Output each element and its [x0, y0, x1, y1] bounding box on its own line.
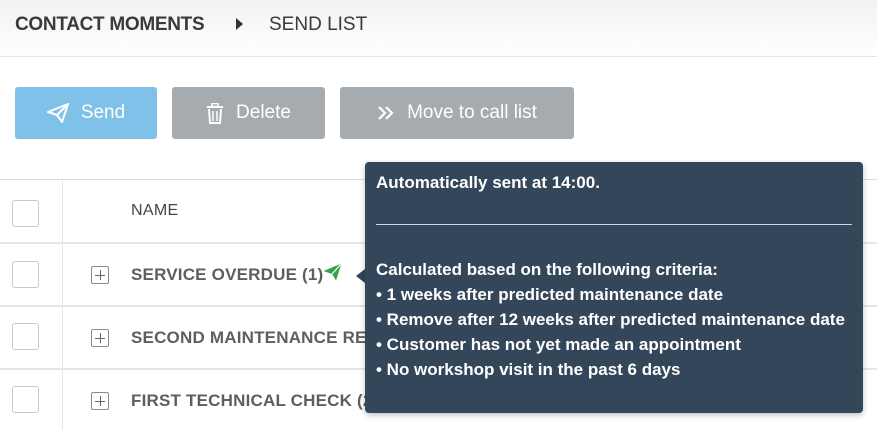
expand-row-icon[interactable] [91, 266, 109, 284]
paper-plane-icon[interactable] [323, 263, 342, 286]
column-header-name[interactable]: NAME [131, 202, 178, 220]
double-chevron-right-icon [377, 105, 395, 121]
criteria-item: • 1 weeks after predicted maintenance da… [376, 285, 724, 304]
criteria-item: • No workshop visit in the past 6 days [376, 360, 681, 379]
breadcrumb-separator-icon [236, 18, 243, 30]
tooltip-arrow [356, 269, 365, 283]
row-checkbox[interactable] [12, 261, 39, 288]
criteria-item: • Customer has not yet made an appointme… [376, 335, 741, 354]
breadcrumb-section[interactable]: CONTACT MOMENTS [15, 14, 205, 36]
delete-button[interactable]: Delete [172, 87, 325, 139]
delete-button-label: Delete [236, 102, 291, 123]
tooltip-criteria: Calculated based on the following criter… [376, 257, 856, 382]
row-name[interactable]: SERVICE OVERDUE (1) [131, 265, 323, 285]
paper-plane-icon [46, 103, 69, 123]
move-button-label: Move to call list [407, 102, 537, 123]
criteria-heading: Calculated based on the following criter… [376, 260, 718, 279]
expand-row-icon[interactable] [91, 329, 109, 347]
criteria-item: • Remove after 12 weeks after predicted … [376, 310, 845, 329]
select-all-checkbox[interactable] [12, 200, 39, 227]
tooltip-divider [376, 224, 852, 225]
criteria-tooltip: Automatically sent at 14:00. Calculated … [365, 162, 863, 413]
row-checkbox[interactable] [12, 323, 39, 350]
expand-row-icon[interactable] [91, 392, 109, 410]
breadcrumb-current: SEND LIST [269, 14, 368, 35]
send-button-label: Send [80, 102, 126, 123]
row-name[interactable]: FIRST TECHNICAL CHECK (2 [131, 391, 373, 411]
row-checkbox[interactable] [12, 386, 39, 413]
send-button[interactable]: Send [15, 87, 157, 139]
tooltip-title: Automatically sent at 14:00. [376, 173, 600, 192]
breadcrumb-bar: CONTACT MOMENTS SEND LIST [0, 0, 877, 57]
trash-icon [206, 102, 224, 124]
row-name[interactable]: SECOND MAINTENANCE RE [131, 328, 367, 348]
move-to-call-list-button[interactable]: Move to call list [340, 87, 574, 139]
